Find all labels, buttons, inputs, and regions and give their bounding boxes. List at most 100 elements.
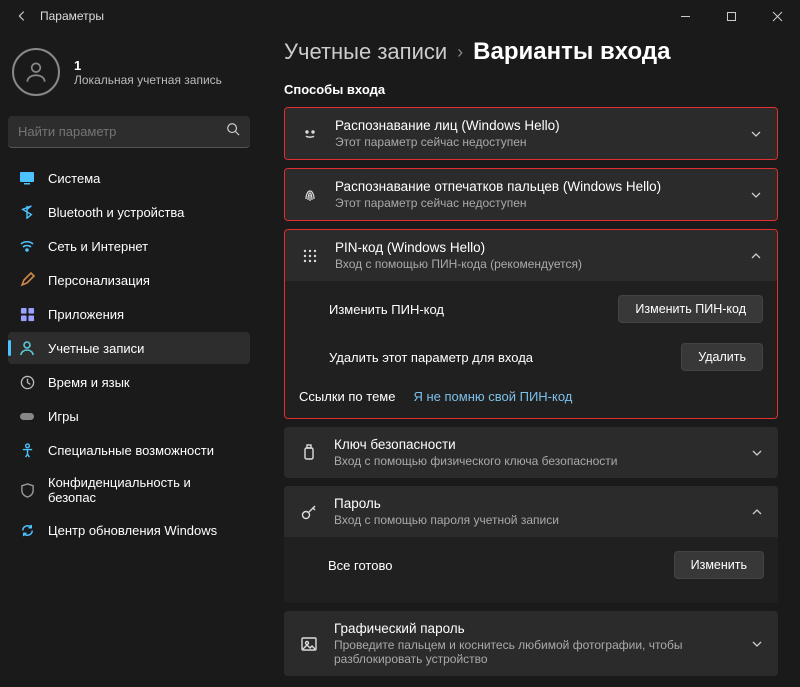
option-password: Пароль Вход с помощью пароля учетной зап… — [284, 486, 778, 603]
sidebar-item-bluetooth[interactable]: Bluetooth и устройства — [8, 196, 250, 228]
sidebar-item-label: Система — [48, 171, 100, 186]
usb-key-icon — [298, 442, 320, 464]
breadcrumb: Учетные записи › Варианты входа — [284, 38, 778, 66]
option-pin-body: Изменить ПИН-код Изменить ПИН-код Удалит… — [285, 281, 777, 418]
breadcrumb-parent[interactable]: Учетные записи — [284, 39, 447, 65]
password-status-row: Все готово Изменить — [298, 541, 764, 589]
accessibility-icon — [18, 441, 36, 459]
update-icon — [18, 521, 36, 539]
option-title: PIN-код (Windows Hello) — [335, 240, 735, 255]
sidebar-item-label: Конфиденциальность и безопас — [48, 475, 240, 505]
option-subtitle: Этот параметр сейчас недоступен — [335, 196, 735, 210]
option-face-recognition: Распознавание лиц (Windows Hello) Этот п… — [284, 107, 778, 160]
chevron-down-icon — [749, 127, 763, 141]
bluetooth-icon — [18, 203, 36, 221]
sidebar-item-personalization[interactable]: Персонализация — [8, 264, 250, 296]
sidebar-item-update[interactable]: Центр обновления Windows — [8, 514, 250, 546]
sidebar-item-network[interactable]: Сеть и Интернет — [8, 230, 250, 262]
option-subtitle: Вход с помощью пароля учетной записи — [334, 513, 736, 527]
avatar — [12, 48, 60, 96]
option-title: Ключ безопасности — [334, 437, 736, 452]
sidebar-item-label: Специальные возможности — [48, 443, 214, 458]
nav-list: Система Bluetooth и устройства Сеть и Ин… — [8, 162, 250, 546]
sidebar-item-apps[interactable]: Приложения — [8, 298, 250, 330]
sidebar-item-time-language[interactable]: Время и язык — [8, 366, 250, 398]
pin-remove-label: Удалить этот параметр для входа — [329, 350, 533, 365]
change-password-button[interactable]: Изменить — [674, 551, 764, 579]
sidebar-item-label: Приложения — [48, 307, 124, 322]
option-picture-password: Графический пароль Проведите пальцем и к… — [284, 611, 778, 676]
sidebar-item-label: Bluetooth и устройства — [48, 205, 184, 220]
option-fingerprint: Распознавание отпечатков пальцев (Window… — [284, 168, 778, 221]
option-title: Распознавание лиц (Windows Hello) — [335, 118, 735, 133]
sidebar-item-gaming[interactable]: Игры — [8, 400, 250, 432]
option-subtitle: Вход с помощью ПИН-кода (рекомендуется) — [335, 257, 735, 271]
search-input[interactable] — [18, 124, 226, 139]
chevron-down-icon — [750, 446, 764, 460]
back-button[interactable] — [12, 6, 32, 26]
clock-globe-icon — [18, 373, 36, 391]
sidebar: 1 Локальная учетная запись Система Bluet… — [0, 32, 258, 687]
option-picture-password-header[interactable]: Графический пароль Проведите пальцем и к… — [284, 611, 778, 676]
sidebar-item-label: Игры — [48, 409, 79, 424]
main-content: Учетные записи › Варианты входа Способы … — [258, 32, 800, 687]
forgot-pin-link[interactable]: Я не помню свой ПИН-код — [413, 389, 572, 404]
option-security-key: Ключ безопасности Вход с помощью физичес… — [284, 427, 778, 478]
option-title: Пароль — [334, 496, 736, 511]
search-icon — [226, 122, 240, 141]
option-face-header[interactable]: Распознавание лиц (Windows Hello) Этот п… — [285, 108, 777, 159]
search-box[interactable] — [8, 116, 250, 148]
close-button[interactable] — [754, 0, 800, 32]
key-icon — [298, 501, 320, 523]
account-type: Локальная учетная запись — [74, 73, 222, 87]
maximize-button[interactable] — [708, 0, 754, 32]
picture-icon — [298, 633, 320, 655]
sidebar-item-system[interactable]: Система — [8, 162, 250, 194]
system-icon — [18, 169, 36, 187]
password-status-label: Все готово — [328, 558, 392, 573]
minimize-button[interactable] — [662, 0, 708, 32]
window-title: Параметры — [40, 9, 104, 23]
option-password-body: Все готово Изменить — [284, 537, 778, 603]
apps-icon — [18, 305, 36, 323]
profile-block[interactable]: 1 Локальная учетная запись — [8, 40, 250, 112]
option-fingerprint-header[interactable]: Распознавание отпечатков пальцев (Window… — [285, 169, 777, 220]
change-pin-button[interactable]: Изменить ПИН-код — [618, 295, 763, 323]
sidebar-item-label: Центр обновления Windows — [48, 523, 217, 538]
option-title: Графический пароль — [334, 621, 736, 636]
option-subtitle: Проведите пальцем и коснитесь любимой фо… — [334, 638, 736, 666]
sidebar-item-privacy[interactable]: Конфиденциальность и безопас — [8, 468, 250, 512]
pin-change-label: Изменить ПИН-код — [329, 302, 444, 317]
wifi-icon — [18, 237, 36, 255]
related-links-heading: Ссылки по теме — [299, 389, 395, 404]
option-subtitle: Этот параметр сейчас недоступен — [335, 135, 735, 149]
section-heading: Способы входа — [284, 82, 778, 97]
shield-icon — [18, 481, 36, 499]
sidebar-item-label: Учетные записи — [48, 341, 144, 356]
option-subtitle: Вход с помощью физического ключа безопас… — [334, 454, 736, 468]
option-security-key-header[interactable]: Ключ безопасности Вход с помощью физичес… — [284, 427, 778, 478]
option-pin-header[interactable]: PIN-код (Windows Hello) Вход с помощью П… — [285, 230, 777, 281]
sidebar-item-accounts[interactable]: Учетные записи — [8, 332, 250, 364]
chevron-up-icon — [750, 505, 764, 519]
brush-icon — [18, 271, 36, 289]
pin-remove-row: Удалить этот параметр для входа Удалить — [299, 333, 763, 381]
fingerprint-icon — [299, 184, 321, 206]
person-icon — [18, 339, 36, 357]
sidebar-item-label: Сеть и Интернет — [48, 239, 148, 254]
pin-change-row: Изменить ПИН-код Изменить ПИН-код — [299, 285, 763, 333]
keypad-icon — [299, 245, 321, 267]
sidebar-item-label: Время и язык — [48, 375, 130, 390]
title-bar: Параметры — [0, 0, 800, 32]
page-title: Варианты входа — [473, 38, 670, 66]
gamepad-icon — [18, 407, 36, 425]
smile-icon — [299, 123, 321, 145]
chevron-right-icon: › — [457, 42, 463, 63]
option-pin: PIN-код (Windows Hello) Вход с помощью П… — [284, 229, 778, 419]
related-links-row: Ссылки по теме Я не помню свой ПИН-код — [299, 381, 763, 404]
sidebar-item-accessibility[interactable]: Специальные возможности — [8, 434, 250, 466]
option-password-header[interactable]: Пароль Вход с помощью пароля учетной зап… — [284, 486, 778, 537]
sidebar-item-label: Персонализация — [48, 273, 150, 288]
chevron-down-icon — [750, 637, 764, 651]
remove-pin-button[interactable]: Удалить — [681, 343, 763, 371]
